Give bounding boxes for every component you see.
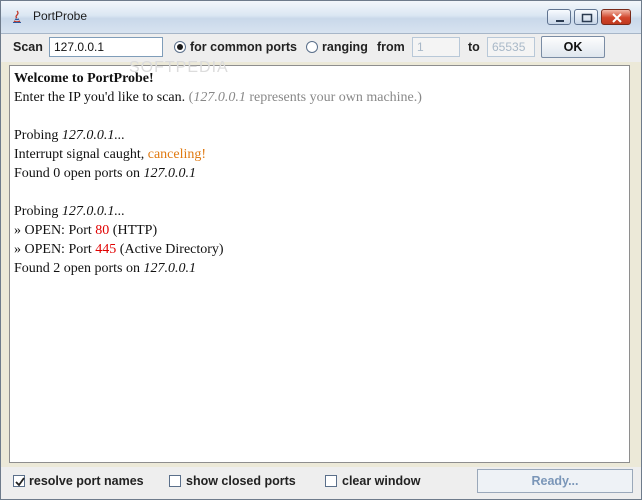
- found2-ip: 127.0.0.1: [143, 261, 197, 276]
- close-icon: [612, 13, 622, 23]
- clear-window-checkbox[interactable]: [325, 475, 337, 487]
- probing-label-1: Probing: [14, 128, 62, 143]
- open2-service: (Active Directory): [116, 242, 224, 257]
- window-title: PortProbe: [33, 9, 88, 23]
- java-icon: [13, 10, 21, 23]
- probe2-line: Probing 127.0.0.1...: [14, 204, 125, 220]
- ok-button[interactable]: OK: [541, 36, 605, 58]
- mode-ranging-label: ranging: [322, 40, 368, 54]
- probe1-ip: 127.0.0.1...: [61, 128, 125, 143]
- interrupt-prefix: Interrupt signal caught,: [14, 147, 148, 162]
- show-closed-checkbox[interactable]: [169, 475, 181, 487]
- found1-line: Found 0 open ports on 127.0.0.1: [14, 166, 196, 182]
- probe2-ip: 127.0.0.1...: [61, 204, 125, 219]
- prompt-suffix: represents your own machine.): [245, 90, 422, 105]
- show-closed-label: show closed ports: [186, 474, 296, 488]
- output-log[interactable]: Welcome to PortProbe! Enter the IP you'd…: [9, 65, 630, 463]
- minimize-button[interactable]: [547, 9, 571, 25]
- status-indicator: Ready...: [477, 469, 633, 493]
- watermark: SOFTPEDIA: [129, 59, 229, 76]
- maximize-button[interactable]: [574, 9, 598, 25]
- resolve-checkbox[interactable]: [13, 475, 25, 487]
- open2-line: » OPEN: Port 445 (Active Directory): [14, 242, 224, 258]
- scan-label: Scan: [13, 40, 43, 54]
- maximize-icon: [581, 13, 593, 23]
- open1-service: (HTTP): [109, 223, 158, 238]
- checkmark-icon: [15, 477, 25, 487]
- open1-port: 80: [95, 223, 110, 238]
- interrupt-status: canceling!: [147, 147, 207, 162]
- open1-prefix: » OPEN: Port: [14, 223, 96, 238]
- found1-prefix: Found 0 open ports on: [14, 166, 144, 181]
- open2-prefix: » OPEN: Port: [14, 242, 96, 257]
- ip-input[interactable]: [49, 37, 163, 57]
- to-label: to: [468, 40, 480, 54]
- mode-common-label: for common ports: [190, 40, 297, 54]
- open2-port: 445: [95, 242, 117, 257]
- mode-common-radio[interactable]: [174, 41, 186, 53]
- found1-ip: 127.0.0.1: [143, 166, 197, 181]
- from-port-input[interactable]: [412, 37, 460, 57]
- mode-ranging-radio[interactable]: [306, 41, 318, 53]
- probing-label-2: Probing: [14, 204, 62, 219]
- found2-line: Found 2 open ports on 127.0.0.1: [14, 261, 196, 277]
- resolve-label: resolve port names: [29, 474, 144, 488]
- title-bar[interactable]: PortProbe: [1, 1, 641, 34]
- probe1-line: Probing 127.0.0.1...: [14, 128, 125, 144]
- from-label: from: [377, 40, 405, 54]
- interrupt-line: Interrupt signal caught, canceling!: [14, 147, 206, 163]
- clear-window-label: clear window: [342, 474, 421, 488]
- prompt-line: Enter the IP you'd like to scan. (127.0.…: [14, 90, 422, 106]
- minimize-icon: [556, 20, 564, 22]
- close-button[interactable]: [601, 9, 631, 25]
- prompt-prefix: Enter the IP you'd like to scan.: [14, 90, 186, 105]
- app-window: PortProbe Scan for common ports ranging …: [0, 0, 642, 500]
- to-port-input[interactable]: [487, 37, 535, 57]
- prompt-ip: 127.0.0.1: [193, 90, 246, 105]
- open1-line: » OPEN: Port 80 (HTTP): [14, 223, 157, 239]
- found2-prefix: Found 2 open ports on: [14, 261, 144, 276]
